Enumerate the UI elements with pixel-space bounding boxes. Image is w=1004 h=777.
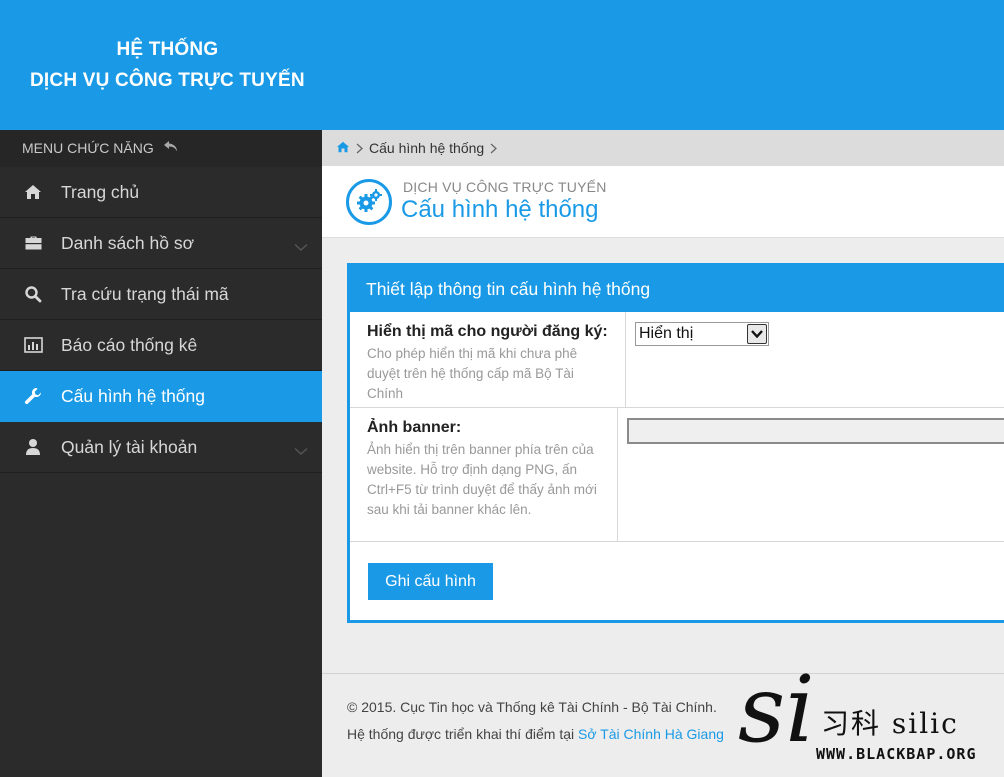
select-value: Hiển thị: [639, 325, 694, 342]
footer-copyright: © 2015. Cục Tin học và Thống kê Tài Chín…: [347, 699, 717, 715]
sidebar-item-quan-ly-tai-khoan[interactable]: Quản lý tài khoản: [0, 422, 322, 473]
chevron-right-icon: [490, 143, 498, 154]
sidebar-item-label: Cấu hình hệ thống: [61, 385, 206, 406]
footer: © 2015. Cục Tin học và Thống kê Tài Chín…: [347, 694, 724, 748]
brand-title-line1: HỆ THỐNG: [116, 39, 219, 60]
field-description-line: Chính: [367, 386, 404, 401]
menu-title-label: MENU CHỨC NĂNG: [22, 140, 154, 156]
sidebar-item-label: Danh sách hồ sơ: [61, 232, 195, 253]
page-header: DỊCH VỤ CÔNG TRỰC TUYẾN Cấu hình hệ thốn…: [322, 166, 1004, 238]
banner-file-input[interactable]: [627, 418, 1004, 444]
gears-icon: [346, 179, 392, 225]
footer-deploy: Hệ thống được triển khai thí điểm tại Sở…: [347, 721, 724, 748]
field-description-line: Ảnh hiển thị trên banner phía trên của: [367, 442, 594, 457]
brand-title-line2: DỊCH VỤ CÔNG TRỰC TUYẾN: [30, 70, 305, 91]
undo-arrow-icon[interactable]: [163, 130, 179, 167]
config-row-show-code: Hiển thị mã cho người đăng ký: Cho phép …: [350, 312, 1004, 408]
sidebar: MENU CHỨC NĂNG Trang chủ Danh sách hồ sơ…: [0, 130, 322, 777]
chevron-down-icon[interactable]: [294, 236, 308, 257]
config-panel: Thiết lập thông tin cấu hình hệ thống Hi…: [347, 263, 1004, 623]
page-title: Cấu hình hệ thống: [401, 196, 599, 223]
sidebar-item-cau-hinh[interactable]: Cấu hình hệ thống: [0, 371, 322, 422]
home-icon: [22, 184, 44, 200]
watermark-logo: si 习科 silic WWW.BLACKBAP.ORG: [738, 660, 1000, 775]
sidebar-item-danh-sach-ho-so[interactable]: Danh sách hồ sơ: [0, 218, 322, 269]
config-row-label: Hiển thị mã cho người đăng ký: Cho phép …: [350, 312, 626, 407]
watermark-chinese: 习科 silic: [821, 707, 959, 740]
home-icon[interactable]: [336, 140, 350, 156]
menu-title: MENU CHỨC NĂNG: [0, 130, 322, 167]
watermark-script: si: [738, 656, 815, 763]
top-banner: HỆ THỐNG DỊCH VỤ CÔNG TRỰC TUYẾN: [0, 0, 1004, 130]
sidebar-item-label: Quản lý tài khoản: [61, 436, 198, 457]
sidebar-item-label: Báo cáo thống kê: [61, 334, 198, 355]
field-description-line: Cho phép hiển thị mã khi chưa phê: [367, 346, 578, 361]
field-description: Cho phép hiển thị mã khi chưa phê duyệt …: [367, 344, 615, 404]
field-description-line: sau khi tải banner khác lên.: [367, 502, 532, 517]
field-label: Hiển thị mã cho người đăng ký:: [367, 323, 608, 340]
field-description-line: duyệt trên hệ thống cấp mã Bộ Tài: [367, 366, 574, 381]
chevron-down-icon[interactable]: [294, 440, 308, 461]
field-description-line: website. Hỗ trợ định dạng PNG, ấn: [367, 462, 577, 477]
panel-heading: Thiết lập thông tin cấu hình hệ thống: [350, 266, 1004, 312]
footer-deploy-text: Hệ thống được triển khai thí điểm tại: [347, 726, 575, 742]
sidebar-item-tra-cuu[interactable]: Tra cứu trạng thái mã: [0, 269, 322, 320]
user-icon: [22, 438, 44, 456]
config-row-label: Ảnh banner: Ảnh hiển thị trên banner phí…: [350, 408, 618, 541]
breadcrumb: Cấu hình hệ thống: [322, 130, 1004, 166]
field-description: Ảnh hiển thị trên banner phía trên của w…: [367, 440, 607, 520]
breadcrumb-current[interactable]: Cấu hình hệ thống: [369, 140, 484, 156]
search-icon: [22, 285, 44, 303]
dropdown-arrow-icon[interactable]: [747, 324, 767, 344]
show-code-select[interactable]: Hiển thị: [635, 322, 769, 346]
config-row-control: Hiển thị: [626, 312, 1004, 407]
sidebar-item-label: Trang chủ: [61, 181, 140, 202]
field-description-line: Ctrl+F5 từ trình duyệt để thấy ảnh mới: [367, 482, 597, 497]
page-subtitle: DỊCH VỤ CÔNG TRỰC TUYẾN: [403, 179, 607, 195]
wrench-icon: [22, 387, 44, 405]
sidebar-item-home[interactable]: Trang chủ: [0, 167, 322, 218]
chevron-right-icon: [356, 143, 363, 154]
footer-deploy-link[interactable]: Sở Tài Chính Hà Giang: [578, 726, 724, 742]
sidebar-item-bao-cao[interactable]: Báo cáo thống kê: [0, 320, 322, 371]
field-label: Ảnh banner:: [367, 419, 462, 436]
watermark-url: WWW.BLACKBAP.ORG: [816, 745, 977, 763]
sidebar-item-label: Tra cứu trạng thái mã: [61, 283, 229, 304]
config-row-control: [618, 408, 1004, 541]
save-config-button[interactable]: Ghi cấu hình: [368, 563, 493, 600]
brand-title[interactable]: HỆ THỐNG DỊCH VỤ CÔNG TRỰC TUYẾN: [30, 34, 305, 96]
config-row-banner: Ảnh banner: Ảnh hiển thị trên banner phí…: [350, 408, 1004, 542]
bar-chart-icon: [22, 337, 44, 353]
button-row: Ghi cấu hình: [350, 542, 1004, 600]
briefcase-icon: [22, 235, 44, 251]
